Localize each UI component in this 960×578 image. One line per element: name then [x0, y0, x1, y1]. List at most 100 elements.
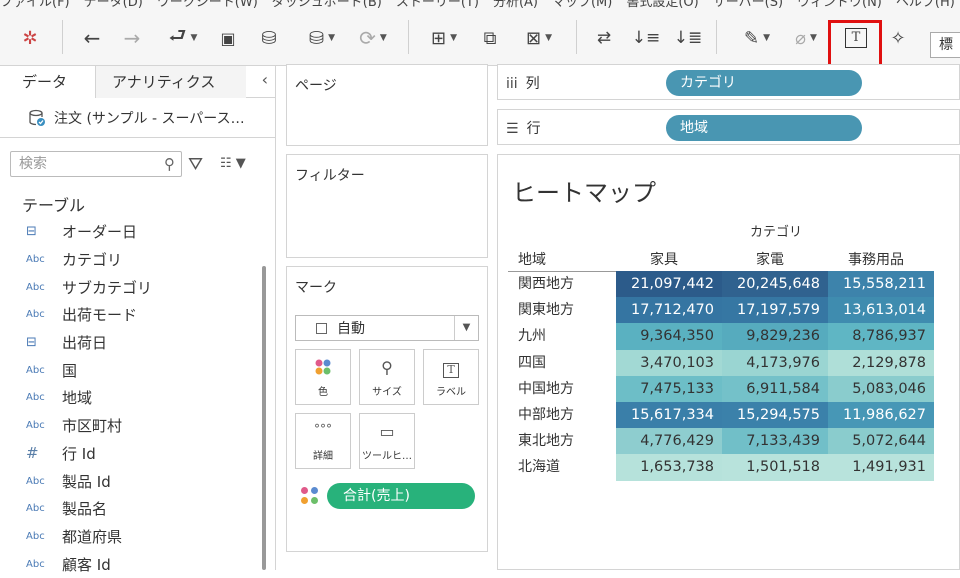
tab-analytics[interactable]: アナリティクス: [96, 66, 246, 98]
columns-shelf[interactable]: iii 列 カテゴリ: [497, 64, 960, 100]
heatmap-cell[interactable]: 1,501,518: [722, 454, 828, 481]
menu-item[interactable]: ヘルプ(H): [896, 0, 955, 8]
row-header[interactable]: 関東地方: [508, 297, 616, 323]
duplicate-sheet-icon[interactable]: ⧉: [476, 24, 504, 52]
field-item[interactable]: Abc 顧客 Id: [0, 550, 260, 578]
heatmap-cell[interactable]: 3,470,103: [616, 349, 722, 376]
replay-icon[interactable]: ⮐ ▼: [158, 23, 208, 52]
heatmap-cell[interactable]: 15,558,211: [828, 271, 934, 298]
field-item[interactable]: Abc 地域: [0, 384, 260, 412]
row-header[interactable]: 四国: [508, 350, 616, 376]
tableau-logo-icon[interactable]: ✲: [16, 24, 44, 52]
heatmap-cell[interactable]: 11,986,627: [828, 401, 934, 429]
field-item[interactable]: # 行 Id: [0, 440, 260, 468]
field-item[interactable]: Abc カテゴリ: [0, 246, 260, 274]
color-button[interactable]: 色: [295, 349, 351, 405]
label-t-icon: T: [424, 358, 478, 380]
field-item[interactable]: Abc 都道府県: [0, 523, 260, 551]
field-item[interactable]: Abc サブカテゴリ: [0, 273, 260, 301]
heatmap-cell[interactable]: 5,072,644: [828, 428, 934, 455]
fit-standard-dropdown[interactable]: 標: [930, 32, 960, 58]
menu-item[interactable]: 分析(A): [493, 0, 538, 8]
menu-item[interactable]: ダッシュボード(B): [272, 0, 382, 8]
heatmap-cell[interactable]: 13,613,014: [828, 297, 934, 324]
menu-item[interactable]: ファイル(F): [0, 0, 70, 8]
heatmap-cell[interactable]: 4,776,429: [616, 428, 722, 455]
row-header[interactable]: 中部地方: [508, 402, 616, 428]
menu-item[interactable]: データ(D): [84, 0, 143, 8]
field-item[interactable]: Abc 製品 Id: [0, 467, 260, 495]
row-header[interactable]: 関西地方: [508, 271, 616, 297]
measure-pill[interactable]: 合計(売上): [327, 483, 475, 509]
heatmap-cell[interactable]: 15,617,334: [616, 401, 722, 429]
datasource-item[interactable]: 注文 (サンプル - スーパース…: [0, 98, 276, 138]
collapse-pane-icon[interactable]: ‹: [262, 70, 268, 89]
size-button[interactable]: ⚲ サイズ: [359, 349, 415, 405]
search-input[interactable]: 検索 ⚲: [10, 151, 182, 177]
heatmap-cell[interactable]: 4,173,976: [722, 349, 828, 376]
heatmap-cell[interactable]: 21,097,442: [616, 271, 722, 298]
heatmap-cell[interactable]: 7,133,439: [722, 428, 828, 455]
swap-rows-columns-icon[interactable]: ⇄: [590, 24, 618, 52]
heatmap-cell[interactable]: 20,245,648: [722, 271, 828, 298]
menu-item[interactable]: マップ(M): [552, 0, 612, 8]
label-button[interactable]: T ラベル: [423, 349, 479, 405]
menu-item[interactable]: ワークシート(W): [157, 0, 258, 8]
heatmap-cell[interactable]: 5,083,046: [828, 375, 934, 402]
field-item[interactable]: ⊟ 出荷日: [0, 329, 260, 357]
menu-item[interactable]: サーバー(S): [713, 0, 783, 8]
highlight-icon[interactable]: ✎ ▼: [734, 24, 780, 52]
refresh-icon[interactable]: ⟳ ▼: [350, 24, 396, 52]
save-icon[interactable]: ▣: [214, 24, 242, 52]
heatmap-cell[interactable]: 15,294,575: [722, 401, 828, 429]
heatmap-cell[interactable]: 1,653,738: [616, 454, 722, 481]
heatmap-cell[interactable]: 17,712,470: [616, 297, 722, 324]
field-item[interactable]: ⊟ オーダー日: [0, 218, 260, 246]
filter-icon[interactable]: ⛛: [188, 154, 203, 175]
row-header[interactable]: 九州: [508, 323, 616, 349]
row-header[interactable]: 中国地方: [508, 376, 616, 402]
columns-pill[interactable]: カテゴリ: [666, 70, 862, 96]
sort-ascending-icon[interactable]: ↓≡: [632, 24, 661, 52]
heatmap-cell[interactable]: 8,786,937: [828, 323, 934, 350]
heatmap-cell[interactable]: 1,491,931: [828, 454, 934, 481]
sort-descending-icon[interactable]: ↓≣: [674, 24, 703, 52]
menu-item[interactable]: 書式設定(O): [626, 0, 698, 8]
scrollbar[interactable]: [262, 266, 266, 570]
row-header[interactable]: 東北地方: [508, 428, 616, 454]
mark-type-dropdown[interactable]: 自動 ▼: [295, 315, 479, 341]
calendar-icon: ⊟: [26, 335, 37, 351]
heatmap-cell[interactable]: 2,129,878: [828, 349, 934, 376]
heatmap-cell[interactable]: 9,364,350: [616, 323, 722, 350]
pause-updates-icon[interactable]: ⛁ ▼: [298, 24, 346, 52]
heatmap-cell[interactable]: 6,911,584: [722, 375, 828, 402]
tab-data[interactable]: データ: [0, 66, 96, 98]
field-name: 行 Id: [62, 444, 96, 463]
pin-icon[interactable]: ✧: [884, 24, 912, 52]
filters-shelf[interactable]: フィルター: [286, 154, 488, 258]
heatmap-cell[interactable]: 17,197,579: [722, 297, 828, 324]
row-header[interactable]: 北海道: [508, 454, 616, 480]
tooltip-button[interactable]: ▭ ツールヒ…: [359, 413, 415, 469]
menu-item[interactable]: ストーリー(T): [396, 0, 479, 8]
rows-shelf[interactable]: ☰ 行 地域: [497, 109, 960, 145]
group-members-icon[interactable]: ⌀ ▼: [786, 24, 826, 52]
heatmap-cell[interactable]: 7,475,133: [616, 375, 722, 402]
field-item[interactable]: Abc 出荷モード: [0, 301, 260, 329]
new-worksheet-icon[interactable]: ⊞ ▼: [420, 24, 468, 52]
rows-pill[interactable]: 地域: [666, 115, 862, 141]
undo-icon[interactable]: ←: [78, 24, 106, 52]
new-datasource-icon[interactable]: ⛁: [254, 24, 284, 52]
heatmap-cell[interactable]: 9,829,236: [722, 323, 828, 350]
field-item[interactable]: Abc 市区町村: [0, 412, 260, 440]
field-item[interactable]: Abc 国: [0, 356, 260, 384]
pages-shelf[interactable]: ページ: [286, 64, 488, 146]
table-row: 中部地方 15,617,334 15,294,575 11,986,627: [508, 401, 934, 429]
view-options-icon[interactable]: ☷ ▼: [220, 156, 246, 171]
clear-sheet-icon[interactable]: ⊠ ▼: [514, 24, 564, 52]
detail-button[interactable]: °°° 詳細: [295, 413, 351, 469]
search-icon: ⚲: [164, 155, 175, 173]
redo-icon[interactable]: →: [118, 24, 146, 52]
menu-item[interactable]: ウィンドウ(N): [797, 0, 882, 8]
field-item[interactable]: Abc 製品名: [0, 495, 260, 523]
